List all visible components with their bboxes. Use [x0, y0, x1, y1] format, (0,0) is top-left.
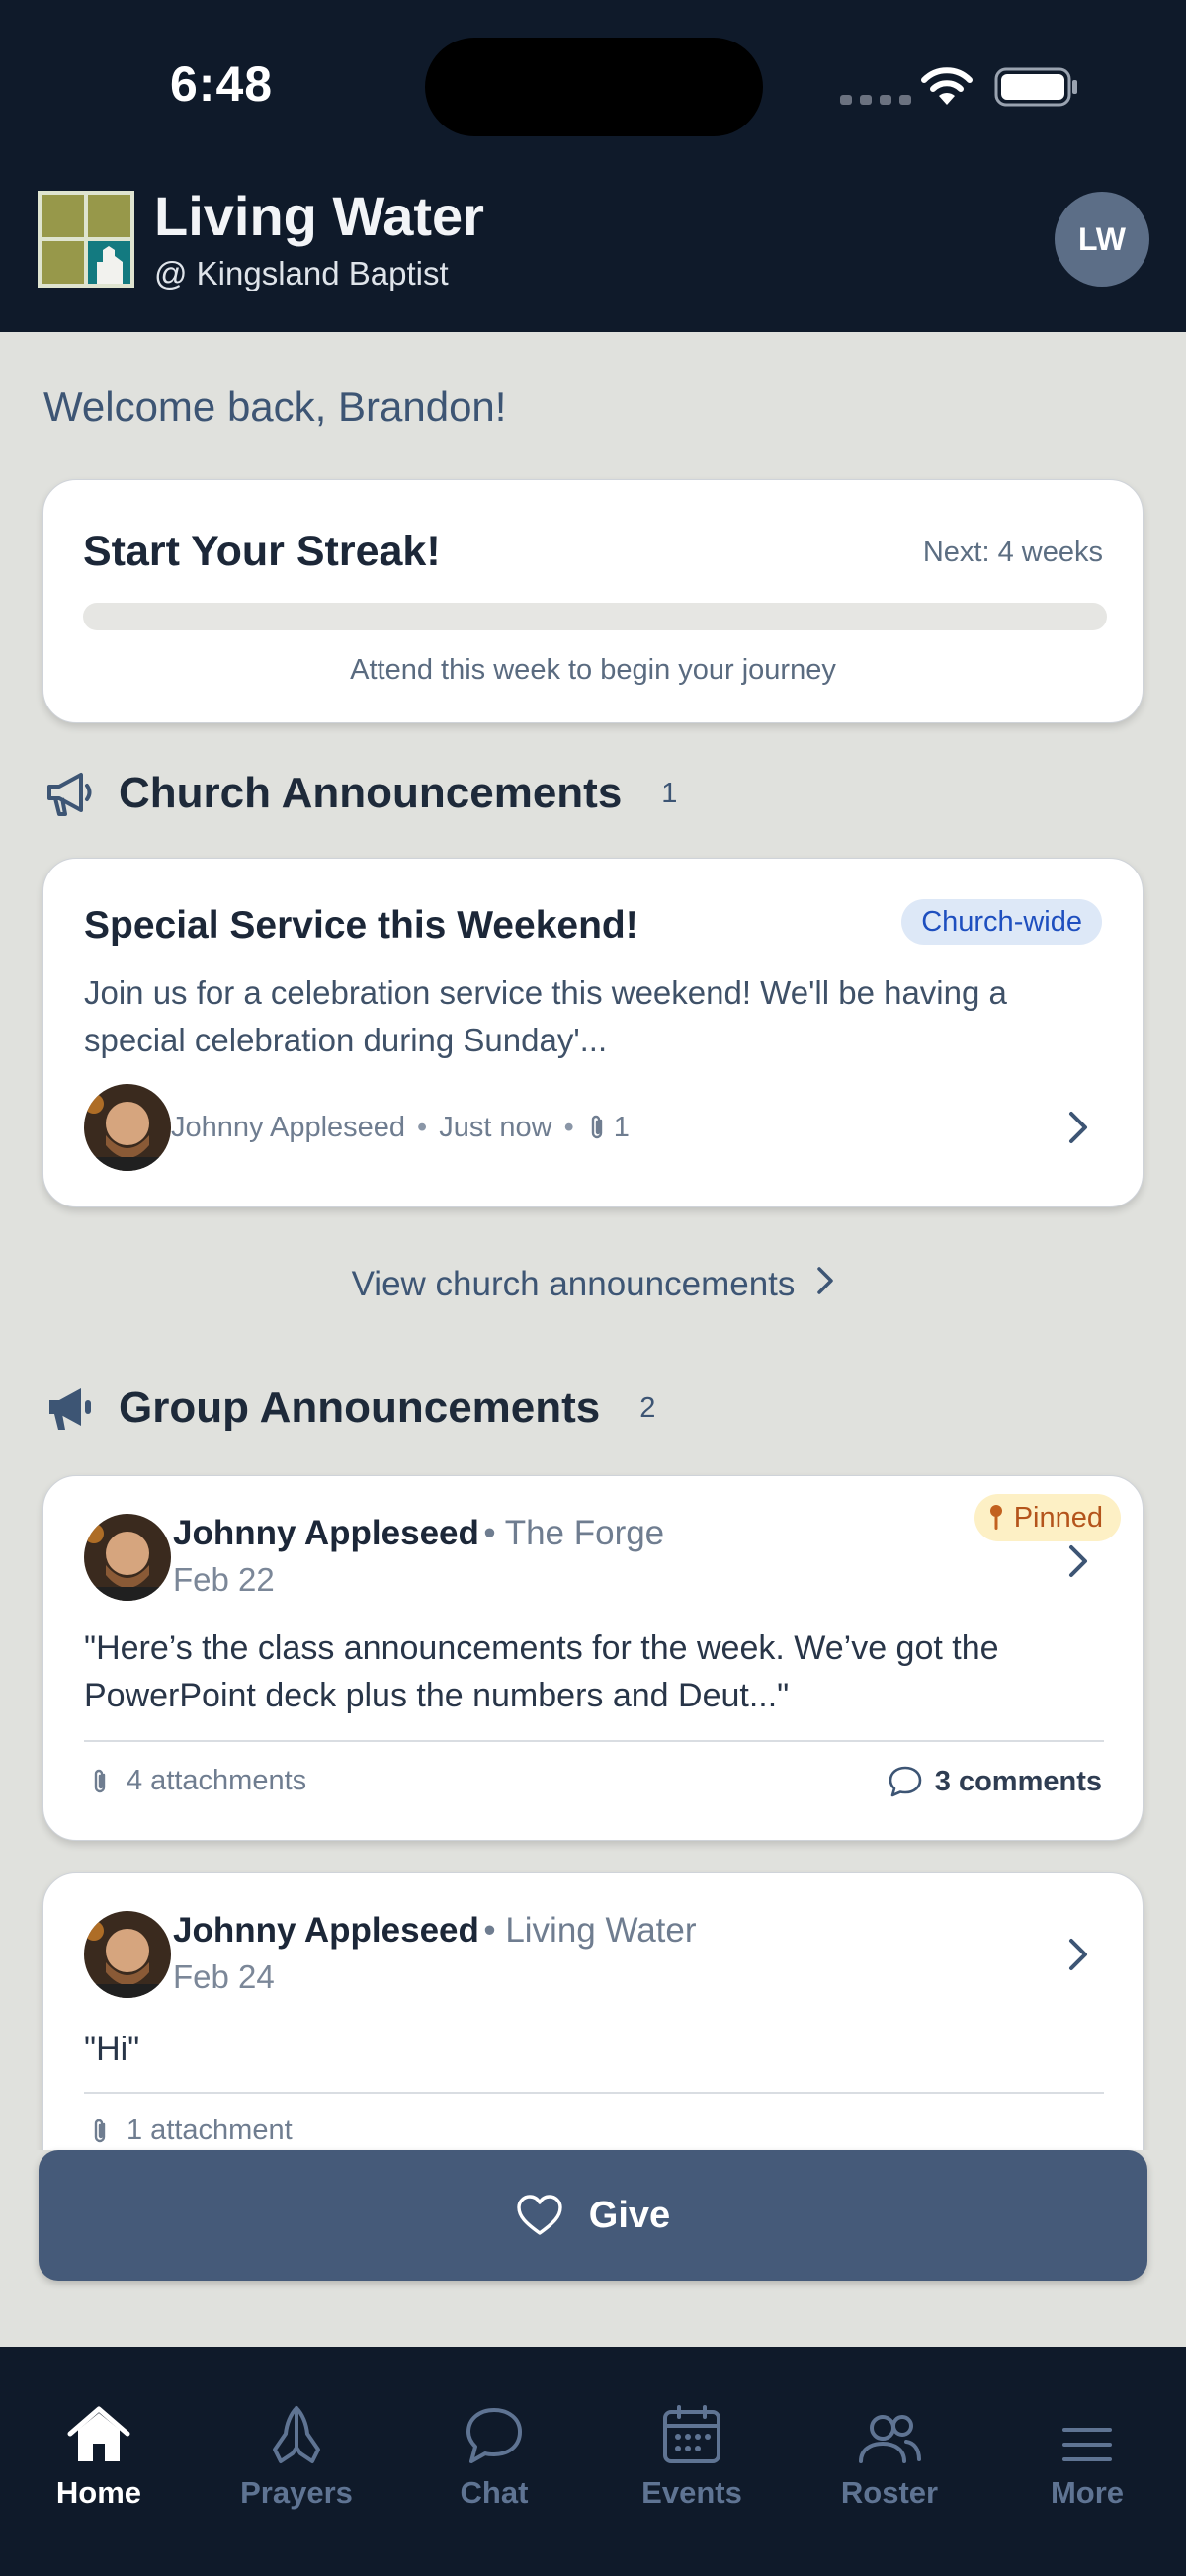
tab-label: Home	[55, 2475, 142, 2510]
author-avatar	[84, 1514, 171, 1601]
attachments-summary[interactable]: 4 attachments	[89, 1765, 306, 1797]
post-header: Johnny Appleseed • Living Water Feb 24	[84, 1911, 697, 1998]
view-link-label: View church announcements	[351, 1265, 796, 1303]
chat-bubble-icon	[466, 2408, 522, 2463]
separator-dot: •	[483, 1911, 506, 1950]
section-count: 1	[661, 777, 678, 809]
status-time: 6:48	[170, 56, 274, 112]
group-post-card[interactable]: Pinned Johnny Appleseed • The Forge Feb …	[42, 1475, 1144, 1841]
author-name: Johnny Appleseed	[171, 1111, 406, 1143]
chevron-right-icon	[1069, 1545, 1087, 1577]
author-avatar	[84, 1084, 171, 1171]
attachment-count: 1	[613, 1111, 630, 1143]
megaphone-filled-icon	[49, 1388, 91, 1430]
section-title: Group Announcements	[119, 1383, 601, 1432]
announcement-title: Special Service this Weekend!	[84, 904, 638, 947]
comment-icon	[889, 1766, 922, 1797]
post-header: Johnny Appleseed • The Forge Feb 22	[84, 1514, 664, 1601]
tab-label: Events	[641, 2475, 742, 2510]
section-count: 2	[639, 1391, 656, 1424]
bottom-tab-bar: Home Prayers Chat Events Roster More	[0, 2347, 1186, 2576]
cellular-signal-icon	[840, 95, 911, 105]
battery-icon	[994, 67, 1077, 107]
dynamic-island	[425, 38, 763, 136]
profile-avatar[interactable]: LW	[1055, 192, 1149, 287]
pinned-label: Pinned	[1013, 1502, 1103, 1534]
tab-more[interactable]: More	[988, 2396, 1186, 2511]
megaphone-icon	[47, 773, 92, 816]
post-time: Just now	[439, 1111, 552, 1143]
paperclip-icon	[591, 1115, 602, 1139]
tab-chat[interactable]: Chat	[395, 2396, 593, 2511]
welcome-message: Welcome back, Brandon!	[43, 383, 507, 430]
tab-label: Prayers	[240, 2475, 353, 2510]
separator-dot: •	[483, 1514, 505, 1552]
comments-label: 3 comments	[934, 1765, 1102, 1797]
divider	[84, 1740, 1104, 1742]
tab-roster[interactable]: Roster	[791, 2396, 988, 2511]
chevron-right-icon	[1069, 1112, 1087, 1143]
tab-home[interactable]: Home	[0, 2396, 198, 2511]
calendar-icon	[663, 2405, 720, 2463]
chevron-right-icon	[817, 1267, 834, 1294]
announcement-card[interactable]: Special Service this Weekend! Church-wid…	[42, 858, 1144, 1207]
tab-label: Roster	[840, 2475, 939, 2510]
tab-events[interactable]: Events	[593, 2396, 791, 2511]
wifi-icon	[921, 67, 973, 105]
separator-dot: •	[563, 1111, 574, 1143]
streak-next: Next: 4 weeks	[922, 537, 1103, 568]
streak-progress-bar	[83, 603, 1107, 630]
praying-hands-icon	[273, 2406, 320, 2463]
streak-hint: Attend this week to begin your journey	[350, 654, 836, 686]
people-icon	[859, 2415, 921, 2463]
give-button[interactable]: Give	[39, 2150, 1147, 2281]
author-name: Johnny Appleseed	[173, 1514, 479, 1552]
church-announcements-header: Church Announcements 1	[45, 769, 677, 818]
separator-dot: •	[417, 1111, 428, 1143]
tab-label: Chat	[460, 2475, 529, 2510]
section-title: Church Announcements	[119, 769, 623, 817]
group-name: Living Water	[505, 1911, 697, 1950]
attachments-label: 1 attachment	[127, 2115, 293, 2146]
comments-summary[interactable]: 3 comments	[888, 1765, 1102, 1798]
streak-title: Start Your Streak!	[83, 528, 441, 575]
attachments-summary[interactable]: 1 attachment	[89, 2115, 293, 2147]
post-date: Feb 22	[173, 1561, 275, 1598]
pinned-badge: Pinned	[974, 1494, 1121, 1541]
heart-icon	[517, 2195, 562, 2235]
divider	[84, 2092, 1104, 2094]
give-label: Give	[588, 2194, 671, 2236]
home-icon	[67, 2406, 130, 2461]
church-logo	[38, 191, 134, 288]
menu-icon	[1062, 2428, 1112, 2461]
streak-card[interactable]: Start Your Streak! Next: 4 weeks Attend …	[42, 479, 1144, 723]
post-date: Feb 24	[173, 1958, 275, 1995]
attachments-label: 4 attachments	[127, 1765, 307, 1796]
tab-label: More	[1050, 2475, 1125, 2510]
paperclip-icon	[94, 2119, 106, 2142]
paperclip-icon	[94, 1769, 106, 1792]
chevron-right-icon	[1069, 1939, 1087, 1970]
author-name: Johnny Appleseed	[173, 1911, 479, 1950]
app-header: 6:48 Living Water @ Kingsland Baptist LW	[0, 0, 1186, 332]
post-excerpt: "Hi"	[84, 2031, 140, 2068]
view-church-announcements-link[interactable]: View church announcements	[0, 1265, 1186, 1304]
tab-prayers[interactable]: Prayers	[198, 2396, 395, 2511]
pin-icon	[989, 1505, 1002, 1530]
announcement-meta: Johnny Appleseed • Just now • 1	[84, 1084, 630, 1171]
group-name: The Forge	[504, 1514, 665, 1552]
author-avatar	[84, 1911, 171, 1998]
post-excerpt: "Here’s the class announcements for the …	[84, 1629, 999, 1714]
app-title: Living Water	[154, 185, 484, 247]
announcement-body: Join us for a celebration service this w…	[84, 974, 1007, 1058]
church-name: @ Kingsland Baptist	[154, 255, 449, 291]
group-announcements-header: Group Announcements 2	[45, 1383, 655, 1433]
scope-badge: Church-wide	[901, 899, 1102, 945]
